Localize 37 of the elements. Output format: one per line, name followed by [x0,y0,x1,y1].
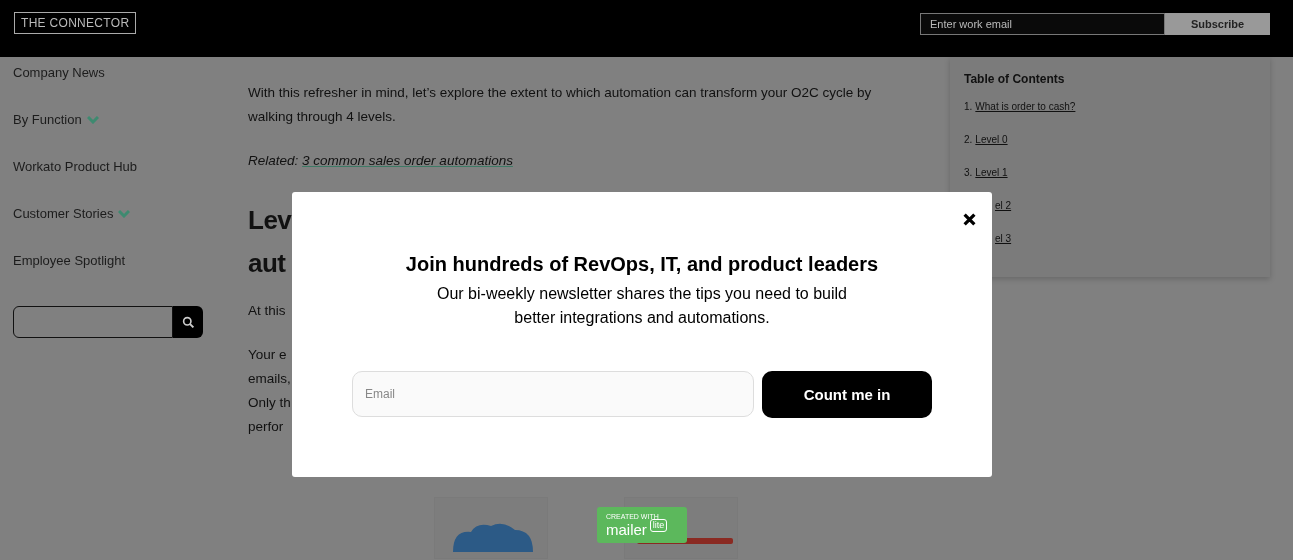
toc-title: Table of Contents [964,72,1066,86]
toc-link[interactable]: Level 1 [975,167,1008,178]
count-me-in-button[interactable]: Count me in [762,371,932,418]
site-logo[interactable]: THE CONNECTOR [14,12,137,34]
sidebar-link[interactable]: Company News [13,65,105,80]
article-paragraph: With this refresher in mind, let’s explore the extent to which automation can transform your O2C cycle by walking through 4 levels. [248,84,873,126]
modal-text: Our bi-weekly newsletter shares the tips you need to build better integrations and automations. [436,284,848,328]
article-text: perfor [248,418,284,436]
article-heading: aut [248,247,286,280]
badge-brand: mailer [606,520,647,538]
badge-tag: lite [649,518,668,532]
search-button[interactable] [173,306,203,338]
sidebar-link[interactable]: By Function [13,112,82,127]
search-icon [181,315,195,329]
toc-number: 3. [964,167,973,178]
subscribe-button[interactable]: Subscribe [1165,13,1270,35]
email-field[interactable]: Enter work email [920,13,1165,35]
sidebar-link[interactable]: Customer Stories [13,206,114,221]
article-heading: Lev [248,204,292,237]
toc-number: 1. [964,101,973,112]
sidebar-link[interactable]: Workato Product Hub [13,159,138,174]
article-text: At this [248,302,286,320]
modal-title: Join hundreds of RevOps, IT, and product leaders [405,253,879,276]
toc-number: 2. [964,134,973,145]
toc-link[interactable]: el 3 [995,233,1012,244]
sidebar-link[interactable]: Employee Spotlight [13,253,125,268]
related-link[interactable]: 3 common sales order automations [302,153,513,168]
toc-link[interactable]: What is order to cash? [975,101,1076,112]
article-text: Your e [248,346,287,364]
close-button[interactable] [963,213,976,226]
toc-link[interactable]: Level 0 [975,134,1008,145]
cloud-logo-icon [453,522,533,552]
toc-link[interactable]: el 2 [995,200,1012,211]
article-text: Only th [248,394,291,412]
search-field[interactable] [13,306,173,338]
related-label: Related: [248,153,299,168]
article-text: emails, [248,370,291,388]
